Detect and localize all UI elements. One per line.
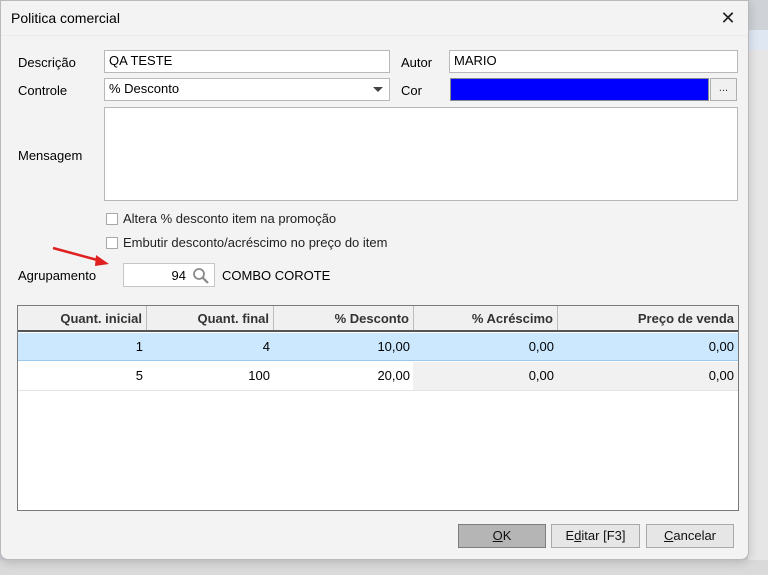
cor-picker-button[interactable]: ... — [710, 78, 737, 101]
table-cell: 10,00 — [274, 333, 414, 361]
altera-desconto-label: Altera % desconto item na promoção — [123, 211, 337, 226]
agrupamento-name: COMBO COROTE — [222, 268, 331, 283]
table-row[interactable]: 5 100 20,00 0,00 0,00 — [18, 362, 738, 390]
column-header[interactable]: Quant. inicial — [18, 306, 147, 330]
table-row[interactable]: 1 4 10,00 0,00 0,00 — [18, 333, 738, 361]
cor-color-swatch[interactable] — [450, 78, 709, 101]
background-strip — [748, 50, 768, 575]
column-header[interactable]: % Acréscimo — [414, 306, 558, 330]
chevron-down-icon — [373, 87, 383, 92]
table-cell: 0,00 — [558, 333, 738, 361]
close-icon: ✕ — [720, 7, 736, 28]
search-icon[interactable] — [192, 267, 210, 285]
altera-desconto-checkbox[interactable] — [106, 213, 118, 225]
controle-value: % Desconto — [109, 81, 180, 96]
ok-button[interactable]: OK — [458, 524, 546, 548]
cor-label: Cor — [401, 83, 422, 98]
descricao-label: Descrição — [18, 55, 76, 70]
table-cell: 0,00 — [528, 368, 554, 383]
table-cell: 0,00 — [414, 333, 558, 361]
table-cell: 20,00 — [377, 368, 410, 383]
background-strip — [748, 30, 768, 50]
ok-label: K — [502, 528, 512, 543]
mensagem-label: Mensagem — [18, 148, 83, 163]
faixas-table: Quant. inicial Quant. final % Desconto %… — [17, 305, 739, 511]
editar-label-pre: E — [565, 528, 575, 543]
autor-field[interactable]: MARIO — [449, 50, 738, 73]
window-title: Politica comercial — [11, 10, 120, 26]
column-header[interactable]: Preço de venda — [558, 306, 738, 330]
table-header: Quant. inicial Quant. final % Desconto %… — [18, 306, 738, 332]
editar-label: itar [F3] — [581, 528, 626, 543]
autor-label: Autor — [401, 55, 433, 70]
agrupamento-field[interactable]: 94 — [123, 263, 215, 287]
agrupamento-label: Agrupamento — [18, 268, 97, 283]
descricao-field[interactable]: QA TESTE — [104, 50, 390, 73]
cancelar-mnemonic: C — [663, 528, 674, 543]
cancelar-label: ancelar — [673, 528, 717, 543]
mensagem-textarea[interactable] — [104, 107, 738, 201]
controle-label: Controle — [18, 83, 68, 98]
red-arrow-icon — [52, 246, 109, 266]
table-cell: 0,00 — [708, 368, 734, 383]
table-cell: 1 — [18, 333, 147, 361]
politica-comercial-dialog: Politica comercial ✕ Descrição QA TESTE … — [0, 0, 749, 560]
close-button[interactable]: ✕ — [713, 4, 743, 32]
table-cell: 100 — [248, 368, 270, 383]
embutir-desconto-label: Embutir desconto/acréscimo no preço do i… — [123, 235, 388, 250]
ok-mnemonic: O — [492, 528, 503, 543]
title-bar: Politica comercial ✕ — [1, 1, 748, 36]
table-cell: 5 — [135, 368, 143, 383]
column-header[interactable]: Quant. final — [147, 306, 274, 330]
row-divider — [18, 390, 738, 391]
editar-button[interactable]: Editar [F3] — [551, 524, 640, 548]
controle-dropdown[interactable]: % Desconto — [104, 78, 390, 101]
background-strip — [0, 560, 768, 575]
agrupamento-code: 94 — [171, 268, 186, 283]
column-header[interactable]: % Desconto — [274, 306, 414, 330]
cancelar-button[interactable]: Cancelar — [646, 524, 734, 548]
table-cell: 4 — [147, 333, 274, 361]
